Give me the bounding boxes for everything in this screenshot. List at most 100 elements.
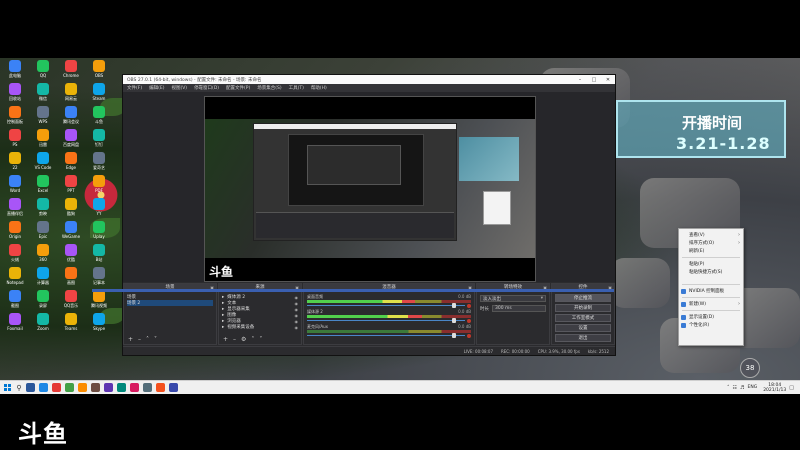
desktop-shortcut[interactable]: B站 bbox=[86, 244, 112, 266]
desktop-shortcut[interactable]: WPS bbox=[30, 106, 56, 128]
menu-item[interactable]: 场景集合(S) bbox=[257, 85, 281, 91]
chevron-up-icon[interactable]: ˄ bbox=[727, 385, 730, 391]
desktop-shortcut[interactable]: Uplay bbox=[86, 221, 112, 243]
menu-item[interactable]: 编辑(E) bbox=[149, 85, 164, 91]
mute-icon[interactable] bbox=[467, 303, 471, 308]
taskbar-app-icon[interactable] bbox=[52, 383, 61, 392]
context-menu-item[interactable]: 粘贴(P) bbox=[679, 260, 743, 268]
eye-icon[interactable]: ◉ bbox=[295, 301, 299, 306]
taskbar-app-icon[interactable] bbox=[91, 383, 100, 392]
volume-slider[interactable] bbox=[307, 333, 471, 338]
slider-knob[interactable] bbox=[451, 333, 456, 338]
slider-knob[interactable] bbox=[451, 318, 456, 323]
source-item[interactable]: ▸ 视频采集设备 ◉ bbox=[222, 324, 299, 331]
desktop-shortcut[interactable]: Excel bbox=[30, 175, 56, 197]
desktop-shortcut[interactable]: 酷狗 bbox=[58, 198, 84, 220]
taskbar-app-icon[interactable] bbox=[169, 383, 178, 392]
desktop-shortcut[interactable]: Foxmail bbox=[2, 313, 28, 335]
slider-knob[interactable] bbox=[451, 303, 456, 308]
taskbar-app-icon[interactable] bbox=[156, 383, 165, 392]
mute-icon[interactable] bbox=[467, 318, 471, 323]
search-icon[interactable]: ⚲ bbox=[14, 381, 24, 395]
desktop-shortcut[interactable]: Word bbox=[2, 175, 28, 197]
menu-item[interactable]: 配置文件(P) bbox=[226, 85, 250, 91]
context-menu-item[interactable]: 粘贴快捷方式(S) bbox=[679, 268, 743, 276]
desktop-shortcut[interactable]: 360 bbox=[30, 244, 56, 266]
input-language[interactable]: ENG bbox=[747, 385, 757, 390]
move-up-icon[interactable]: ˄ bbox=[146, 336, 149, 343]
eye-icon[interactable]: ◉ bbox=[295, 313, 299, 318]
desktop-shortcut[interactable]: 回收站 bbox=[2, 83, 28, 105]
close-icon[interactable]: ✕ bbox=[601, 77, 615, 83]
taskbar-app-icon[interactable] bbox=[78, 383, 87, 392]
move-up-icon[interactable]: ˄ bbox=[251, 336, 254, 343]
remove-icon[interactable]: – bbox=[233, 336, 236, 343]
desktop-shortcut[interactable]: Origin bbox=[2, 221, 28, 243]
eye-icon[interactable]: ◉ bbox=[295, 295, 299, 300]
desktop-shortcut[interactable]: WeGame bbox=[58, 221, 84, 243]
menu-item[interactable]: 停靠窗口(D) bbox=[194, 85, 219, 91]
desktop-shortcut[interactable]: Edge bbox=[58, 152, 84, 174]
desktop-shortcut[interactable]: 优酷 bbox=[58, 244, 84, 266]
desktop-shortcut[interactable]: Steam bbox=[86, 83, 112, 105]
control-button[interactable]: 工作室模式 bbox=[555, 314, 611, 322]
control-button[interactable]: 设置 bbox=[555, 324, 611, 332]
desktop-shortcut[interactable]: 22 bbox=[2, 152, 28, 174]
slider-track[interactable] bbox=[307, 333, 465, 338]
desktop-shortcut[interactable]: 录屏 bbox=[30, 290, 56, 312]
obs-window[interactable]: OBS 27.0.1 (64-bit, windows) - 配置文件: 未命名… bbox=[122, 74, 616, 356]
taskbar-app-icon[interactable] bbox=[65, 383, 74, 392]
minimize-icon[interactable]: – bbox=[573, 77, 587, 83]
menu-item[interactable]: 文件(F) bbox=[127, 85, 142, 91]
desktop-shortcut[interactable]: VS Code bbox=[30, 152, 56, 174]
maximize-icon[interactable]: □ bbox=[587, 77, 601, 83]
desktop-shortcut[interactable]: 迅雷 bbox=[30, 129, 56, 151]
remove-icon[interactable]: – bbox=[138, 336, 141, 343]
desktop-shortcut[interactable]: Chrome bbox=[58, 60, 84, 82]
transition-select[interactable]: 淡入淡出 ▾ bbox=[480, 295, 546, 302]
scene-item[interactable]: 场景 2 bbox=[127, 300, 213, 306]
desktop-shortcut[interactable]: 剪映 bbox=[30, 198, 56, 220]
context-menu-item[interactable]: 新建(W) › bbox=[679, 300, 743, 308]
desktop-shortcut[interactable]: PDF bbox=[86, 175, 112, 197]
slider-track[interactable] bbox=[307, 303, 465, 308]
taskbar-app-icon[interactable] bbox=[117, 383, 126, 392]
taskbar-app-icon[interactable] bbox=[26, 383, 35, 392]
add-icon[interactable]: + bbox=[128, 336, 133, 343]
slider-track[interactable] bbox=[307, 318, 465, 323]
desktop-shortcut[interactable]: 截图 bbox=[2, 290, 28, 312]
desktop-shortcut[interactable]: 斗鱼 bbox=[86, 106, 112, 128]
clock[interactable]: 18:04 2021/1/13 bbox=[763, 383, 786, 393]
notification-icon[interactable]: □ bbox=[789, 385, 794, 391]
settings-icon[interactable]: ⚙ bbox=[241, 336, 246, 343]
desktop-shortcut[interactable]: OBS bbox=[86, 60, 112, 82]
move-down-icon[interactable]: ˅ bbox=[259, 336, 262, 343]
move-down-icon[interactable]: ˅ bbox=[154, 336, 157, 343]
control-button[interactable]: 停止推流 bbox=[555, 294, 611, 302]
context-menu-item[interactable]: 个性化(R) bbox=[679, 321, 743, 329]
desktop-shortcut[interactable]: QQ音乐 bbox=[58, 290, 84, 312]
menu-item[interactable]: 视图(V) bbox=[171, 85, 187, 91]
desktop-shortcut[interactable]: Teams bbox=[58, 313, 84, 335]
taskbar-app-icon[interactable] bbox=[39, 383, 48, 392]
desktop-shortcut[interactable]: 腾讯会议 bbox=[58, 106, 84, 128]
network-icon[interactable]: ☷ bbox=[733, 385, 737, 391]
desktop-shortcut[interactable]: Notepad bbox=[2, 267, 28, 289]
desktop-shortcut[interactable]: YY bbox=[86, 198, 112, 220]
eye-icon[interactable]: ◉ bbox=[295, 319, 299, 324]
desktop-shortcut[interactable]: 腾讯视频 bbox=[86, 290, 112, 312]
desktop[interactable]: 此电脑 QQ Chrome OBS 回收站 微信 网易云 Steam 控制面板 WPS 腾讯会议 斗鱼… bbox=[0, 58, 800, 380]
obs-titlebar[interactable]: OBS 27.0.1 (64-bit, windows) - 配置文件: 未命名… bbox=[123, 75, 615, 84]
preview-canvas[interactable]: 斗鱼 bbox=[204, 96, 536, 282]
context-menu-item[interactable]: NVIDIA 控制面板 bbox=[679, 287, 743, 295]
eye-icon[interactable]: ◉ bbox=[295, 325, 299, 330]
desktop-shortcut[interactable]: 画图 bbox=[58, 267, 84, 289]
add-icon[interactable]: + bbox=[223, 336, 228, 343]
context-menu-item[interactable]: 查看(V) › bbox=[679, 231, 743, 239]
taskbar-app-icon[interactable] bbox=[130, 383, 139, 392]
desktop-shortcut[interactable]: 网易云 bbox=[58, 83, 84, 105]
context-menu-item[interactable]: 排序方式(O) › bbox=[679, 239, 743, 247]
desktop-shortcut[interactable]: Zoom bbox=[30, 313, 56, 335]
menu-item[interactable]: 帮助(H) bbox=[311, 85, 327, 91]
desktop-shortcut[interactable]: Skype bbox=[86, 313, 112, 335]
